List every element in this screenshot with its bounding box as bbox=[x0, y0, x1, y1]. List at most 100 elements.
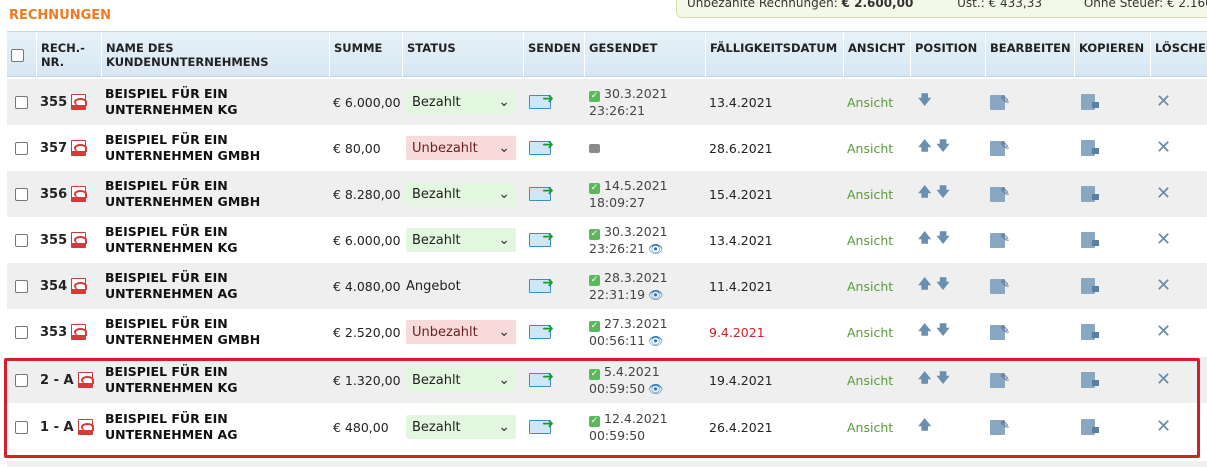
edit-icon[interactable] bbox=[990, 231, 1010, 248]
copy-icon[interactable] bbox=[1081, 419, 1099, 435]
row-checkbox[interactable] bbox=[15, 141, 28, 155]
send-mail-icon[interactable] bbox=[529, 370, 554, 387]
delete-icon[interactable]: ✕ bbox=[1156, 93, 1171, 111]
send-mail-icon[interactable] bbox=[529, 92, 554, 109]
send-mail-icon[interactable] bbox=[529, 184, 554, 201]
status-select[interactable]: Bezahlt ⌄ bbox=[406, 415, 516, 439]
pdf-icon[interactable] bbox=[71, 278, 88, 294]
edit-icon[interactable] bbox=[990, 93, 1010, 110]
table-row: 355 BEISPIEL FÜR EIN UNTERNEHMEN KG € 6.… bbox=[7, 79, 1207, 125]
send-mail-icon[interactable] bbox=[529, 230, 554, 247]
delete-icon[interactable]: ✕ bbox=[1156, 139, 1171, 157]
edit-icon[interactable] bbox=[990, 185, 1010, 202]
header-company[interactable]: NAME DES KUNDENUNTERNEHMENS bbox=[101, 32, 329, 78]
copy-icon[interactable] bbox=[1081, 372, 1099, 388]
header-rech-nr[interactable]: RECH.- NR. bbox=[36, 32, 101, 78]
copy-icon[interactable] bbox=[1081, 324, 1099, 340]
vat-value: € 433,33 bbox=[988, 0, 1043, 10]
header-sent[interactable]: GESENDET bbox=[584, 32, 705, 78]
status-cell: Bezahlt ⌄ bbox=[402, 217, 523, 263]
edit-icon[interactable] bbox=[990, 139, 1010, 156]
edit-icon[interactable] bbox=[990, 277, 1010, 294]
arrow-up-icon[interactable]: 🡅 bbox=[918, 229, 931, 251]
arrow-down-icon[interactable]: 🡇 bbox=[936, 229, 949, 251]
header-due[interactable]: FÄLLIGKEITSDATUM bbox=[705, 32, 843, 78]
status-select[interactable]: Bezahlt ⌄ bbox=[406, 368, 516, 392]
row-select-cell bbox=[7, 357, 36, 403]
header-sum[interactable]: SUMME bbox=[329, 32, 402, 78]
view-link[interactable]: Ansicht bbox=[847, 95, 893, 110]
arrow-down-icon[interactable]: 🡇 bbox=[936, 321, 949, 343]
copy-icon[interactable] bbox=[1081, 186, 1099, 202]
pdf-icon[interactable] bbox=[71, 94, 88, 110]
due-date: 26.4.2021 bbox=[709, 419, 773, 435]
pdf-icon[interactable] bbox=[77, 372, 94, 388]
row-checkbox[interactable] bbox=[15, 187, 28, 201]
delete-icon[interactable]: ✕ bbox=[1156, 323, 1171, 341]
copy-icon[interactable] bbox=[1081, 278, 1099, 294]
delete-icon[interactable]: ✕ bbox=[1156, 371, 1171, 389]
net-label: Ohne Steuer: bbox=[1083, 0, 1164, 10]
view-link[interactable]: Ansicht bbox=[847, 187, 893, 202]
pdf-icon[interactable] bbox=[77, 419, 94, 435]
company-name: BEISPIEL FÜR EIN UNTERNEHMEN KG bbox=[105, 364, 238, 395]
row-select-cell bbox=[7, 263, 36, 309]
view-link[interactable]: Ansicht bbox=[847, 373, 893, 388]
arrow-down-icon[interactable]: 🡇 bbox=[936, 369, 949, 391]
send-mail-icon[interactable] bbox=[529, 276, 554, 293]
row-checkbox[interactable] bbox=[15, 95, 28, 109]
select-all-checkbox[interactable] bbox=[11, 49, 24, 62]
copy-icon[interactable] bbox=[1081, 232, 1099, 248]
arrow-up-icon[interactable]: 🡅 bbox=[918, 321, 931, 343]
send-mail-icon[interactable] bbox=[529, 322, 554, 339]
status-select[interactable]: Bezahlt ⌄ bbox=[406, 90, 516, 114]
arrow-down-icon[interactable]: 🡇 bbox=[936, 275, 949, 297]
arrow-up-icon[interactable]: 🡅 bbox=[918, 275, 931, 297]
edit-icon[interactable] bbox=[990, 418, 1010, 435]
delete-icon[interactable]: ✕ bbox=[1156, 277, 1171, 295]
pdf-icon[interactable] bbox=[71, 324, 88, 340]
delete-icon[interactable]: ✕ bbox=[1156, 231, 1171, 249]
arrow-down-icon[interactable]: 🡇 bbox=[936, 137, 949, 159]
status-select[interactable]: Bezahlt ⌄ bbox=[406, 182, 516, 206]
view-link[interactable]: Ansicht bbox=[847, 233, 893, 248]
rech-nr-cell: 1 - A bbox=[36, 404, 101, 450]
view-link[interactable]: Ansicht bbox=[847, 325, 893, 340]
pdf-icon[interactable] bbox=[71, 232, 88, 248]
header-status[interactable]: STATUS bbox=[402, 32, 523, 78]
table-row: 353 BEISPIEL FÜR EIN UNTERNEHMEN GMBH € … bbox=[7, 309, 1207, 355]
send-mail-icon[interactable] bbox=[529, 138, 554, 155]
arrow-up-icon[interactable]: 🡅 bbox=[918, 369, 931, 391]
row-checkbox[interactable] bbox=[15, 420, 28, 434]
pdf-icon[interactable] bbox=[71, 140, 88, 156]
sum-cell: € 4.080,00 bbox=[329, 263, 402, 309]
view-cell: Ansicht bbox=[843, 171, 910, 217]
status-select[interactable]: Bezahlt ⌄ bbox=[406, 228, 516, 252]
position-cell: 🡅 bbox=[910, 404, 985, 450]
arrow-down-icon[interactable]: 🡇 bbox=[936, 183, 949, 205]
arrow-up-icon[interactable]: 🡅 bbox=[918, 183, 931, 205]
status-select[interactable]: Unbezahlt ⌄ bbox=[406, 320, 516, 344]
sent-time: 00:59:50 bbox=[589, 380, 646, 396]
row-checkbox[interactable] bbox=[15, 233, 28, 247]
arrow-down-icon[interactable]: 🡇 bbox=[918, 91, 931, 113]
view-link[interactable]: Ansicht bbox=[847, 420, 893, 435]
pdf-icon[interactable] bbox=[71, 186, 88, 202]
edit-icon[interactable] bbox=[990, 371, 1010, 388]
copy-icon[interactable] bbox=[1081, 140, 1099, 156]
arrow-up-icon[interactable]: 🡅 bbox=[918, 416, 931, 438]
send-mail-icon[interactable] bbox=[529, 417, 554, 434]
status-select[interactable]: Unbezahlt ⌄ bbox=[406, 136, 516, 160]
arrow-up-icon[interactable]: 🡅 bbox=[918, 137, 931, 159]
copy-icon[interactable] bbox=[1081, 94, 1099, 110]
delete-icon[interactable]: ✕ bbox=[1156, 418, 1171, 436]
view-link[interactable]: Ansicht bbox=[847, 141, 893, 156]
company-name: BEISPIEL FÜR EIN UNTERNEHMEN GMBH bbox=[105, 132, 261, 163]
delete-icon[interactable]: ✕ bbox=[1156, 185, 1171, 203]
view-link[interactable]: Ansicht bbox=[847, 279, 893, 294]
row-checkbox[interactable] bbox=[15, 325, 28, 339]
edit-icon[interactable] bbox=[990, 323, 1010, 340]
send-cell bbox=[523, 217, 584, 263]
row-checkbox[interactable] bbox=[15, 373, 28, 387]
row-checkbox[interactable] bbox=[15, 279, 28, 293]
